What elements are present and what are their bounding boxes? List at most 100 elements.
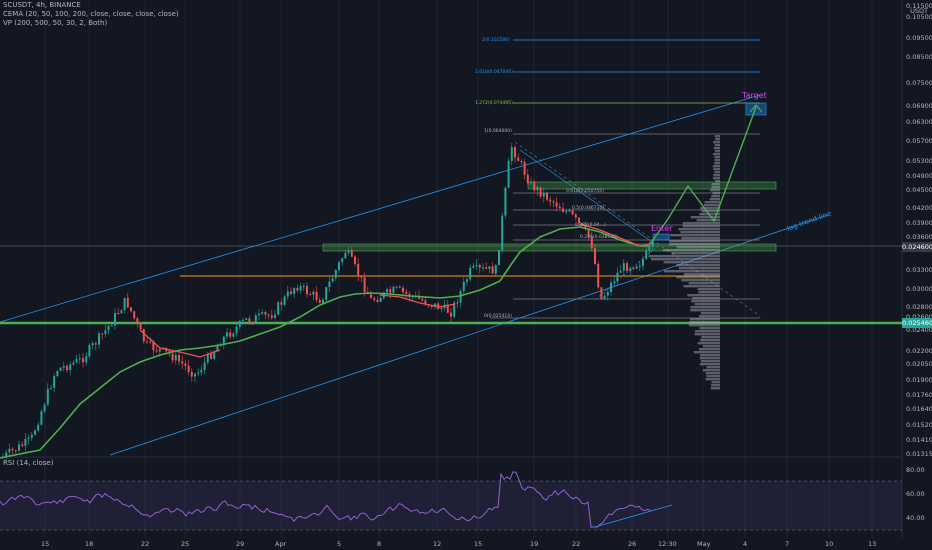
candle [344, 252, 347, 259]
candle [440, 308, 443, 310]
vp-bar [712, 153, 720, 156]
candle [466, 279, 468, 282]
candle [50, 387, 52, 389]
vp-bar [710, 189, 720, 192]
level-price-tag: 0.024600 [902, 242, 932, 252]
vp-bar [702, 345, 720, 348]
channel-dashed-line[interactable] [514, 141, 761, 317]
candle [34, 430, 36, 435]
time-tick: 18 [85, 540, 94, 548]
candle [450, 312, 452, 317]
ema-green-line [0, 226, 650, 459]
vp-bar [691, 300, 720, 303]
candle [379, 297, 382, 302]
vp-bar [711, 384, 720, 387]
candle [498, 249, 500, 266]
time-tick: 15 [474, 540, 483, 548]
vp-bar [676, 246, 720, 249]
time-tick: 19 [530, 540, 539, 548]
vp-bar [715, 138, 720, 141]
candle [536, 187, 539, 191]
candle [354, 256, 356, 264]
vp-bar [710, 387, 720, 390]
candle [398, 286, 401, 288]
rsi-tick: 40.00 [906, 514, 925, 522]
vp-bar [676, 264, 720, 267]
vp-bar [697, 342, 720, 345]
vp-bar [678, 267, 720, 270]
cema-legend[interactable]: CEMA (20, 50, 100, 200, close, close, cl… [3, 10, 179, 19]
vp-bar [663, 261, 720, 264]
price-tick: 0.057000 [906, 137, 932, 145]
candle [142, 329, 145, 342]
fib-label: 0.5(0.046710) [572, 205, 604, 211]
rsi-legend[interactable]: RSI (14, close) [3, 459, 53, 468]
price-tick: 0.105000 [906, 13, 932, 21]
price-tick: 0.049000 [906, 172, 932, 180]
candle [514, 147, 516, 158]
candle [635, 266, 638, 269]
candle [619, 270, 622, 273]
vp-bar [680, 231, 720, 234]
vp-bar [713, 168, 720, 171]
time-tick: 26 [628, 540, 637, 548]
symbol-legend[interactable]: SCUSDT, 4h, BINANCE [3, 1, 81, 10]
enter-label: Enter [651, 224, 673, 233]
vp-bar [648, 255, 720, 258]
vp-bar [678, 228, 720, 231]
candle [523, 162, 526, 175]
candle [363, 277, 366, 293]
candle [120, 310, 123, 314]
candle [558, 206, 561, 209]
trend-label: log trend line [786, 209, 832, 232]
candle [174, 355, 177, 361]
candle [293, 288, 296, 294]
candle [331, 277, 334, 282]
fib-diagonal-line[interactable] [519, 149, 656, 245]
candle [542, 192, 545, 197]
time-tick: 10 [825, 540, 834, 548]
vp-bar [699, 363, 720, 366]
fib-label: 1.272(0.074495) [475, 100, 513, 106]
channel-upper-line[interactable] [0, 94, 761, 323]
candle [546, 192, 548, 200]
candle [283, 296, 286, 305]
resistance-zone[interactable] [527, 181, 777, 190]
candle [187, 365, 190, 372]
time-tick: 12:30 [658, 540, 677, 548]
fib-label: 0(0.025414) [484, 313, 512, 319]
candle [386, 289, 388, 293]
price-tick: 0.036000 [906, 233, 932, 241]
price-chart-canvas[interactable]: Target Enter log trend line 2(0.102586) … [0, 0, 932, 550]
candle [507, 160, 510, 188]
vp-bar [694, 303, 720, 306]
candle [235, 326, 238, 334]
candle [126, 297, 129, 308]
candle [312, 291, 315, 295]
vp-bar [711, 381, 720, 384]
vp-legend[interactable]: VP (200, 500, 50, 30, 2, Both) [3, 19, 107, 28]
time-tick: 12 [433, 540, 442, 548]
vp-bar [676, 276, 720, 279]
vp-bar [669, 243, 720, 246]
vp-bar [692, 297, 720, 300]
vp-bar [682, 225, 720, 228]
fib-diagonal-line-2[interactable] [595, 243, 661, 300]
vp-bar [705, 378, 720, 381]
candle [622, 263, 625, 271]
time-tick: 22 [572, 540, 581, 548]
price-tick: 0.017600 [906, 391, 932, 399]
price-tick: 0.042000 [906, 204, 932, 212]
vp-bar [697, 288, 720, 291]
vp-bar [713, 174, 720, 177]
candle [107, 325, 110, 331]
candle [341, 258, 344, 263]
price-tick: 0.085000 [906, 53, 932, 61]
candle [110, 325, 113, 327]
candle [149, 341, 152, 343]
candle [315, 291, 318, 300]
candle [91, 343, 94, 346]
candle [197, 372, 200, 374]
candle [395, 286, 398, 288]
vp-bar [714, 156, 720, 159]
